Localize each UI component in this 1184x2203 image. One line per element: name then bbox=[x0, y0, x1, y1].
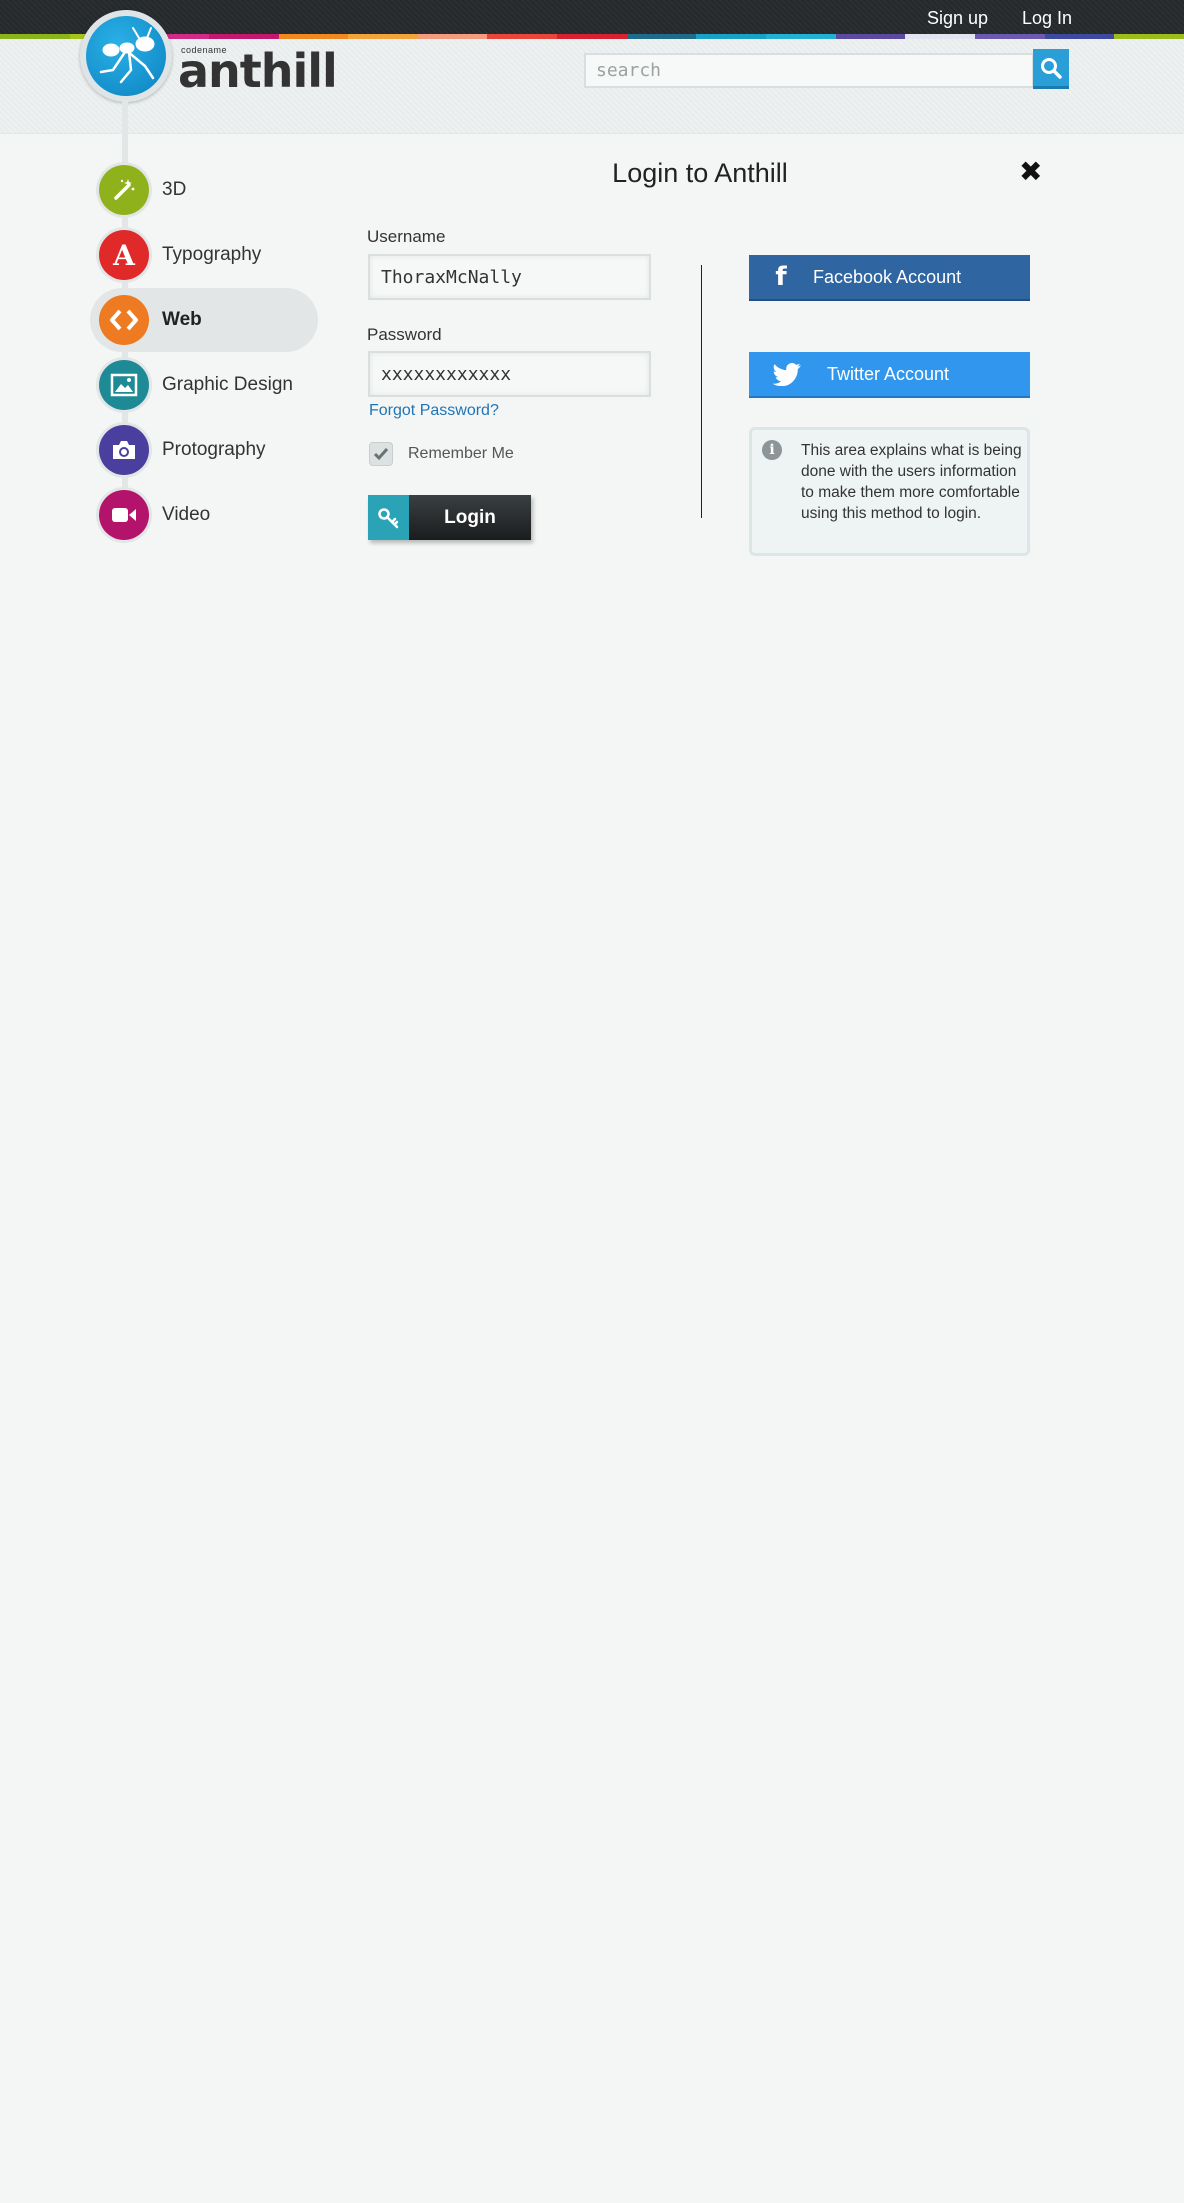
sidebar-item-label: 3D bbox=[162, 179, 187, 200]
username-label: Username bbox=[367, 227, 446, 246]
page-title: Login to Anthill bbox=[612, 158, 788, 188]
search-icon bbox=[1041, 57, 1062, 79]
signup-link[interactable]: Sign up bbox=[927, 8, 988, 29]
image-icon bbox=[99, 360, 149, 410]
top-bar bbox=[0, 0, 1184, 34]
sidebar-item-video[interactable]: Video bbox=[90, 483, 318, 547]
twitter-login-button[interactable]: Twitter Account bbox=[749, 352, 1030, 398]
video-camera-icon bbox=[99, 490, 149, 540]
remember-me-checkbox[interactable] bbox=[369, 442, 393, 466]
username-field[interactable] bbox=[368, 254, 651, 300]
info-text: This area explains what is being done wi… bbox=[801, 442, 1022, 522]
facebook-icon: f bbox=[775, 262, 787, 292]
sidebar-item-label: Graphic Design bbox=[162, 374, 293, 395]
logo-wordmark: anthill bbox=[178, 44, 338, 98]
info-icon: i bbox=[762, 440, 782, 460]
sidebar-item-3d[interactable]: 3D bbox=[90, 158, 318, 222]
magic-wand-icon bbox=[99, 165, 149, 215]
login-button-label: Login bbox=[409, 495, 531, 540]
forgot-password-link[interactable]: Forgot Password? bbox=[369, 402, 499, 420]
sidebar-item-web[interactable]: Web bbox=[90, 288, 318, 352]
search-button[interactable] bbox=[1033, 49, 1069, 89]
remember-me-label: Remember Me bbox=[408, 445, 514, 462]
twitter-label: Twitter Account bbox=[827, 363, 950, 384]
info-box: i This area explains what is being done … bbox=[749, 427, 1030, 556]
login-link[interactable]: Log In bbox=[1022, 8, 1072, 29]
sidebar-item-protography[interactable]: Protography bbox=[90, 418, 318, 482]
sidebar-item-graphic-design[interactable]: Graphic Design bbox=[90, 353, 318, 417]
sidebar-item-label: Web bbox=[162, 309, 202, 330]
camera-icon bbox=[99, 425, 149, 475]
letter-a-icon: A bbox=[99, 230, 149, 280]
sidebar-item-typography[interactable]: A Typography bbox=[90, 223, 318, 287]
divider bbox=[701, 265, 702, 518]
facebook-login-button[interactable]: f Facebook Account bbox=[749, 255, 1030, 301]
sidebar-item-label: Typography bbox=[162, 244, 262, 265]
ant-logo-icon[interactable] bbox=[86, 16, 166, 96]
search-input[interactable] bbox=[584, 53, 1034, 88]
sidebar-item-label: Video bbox=[162, 504, 211, 525]
password-field[interactable] bbox=[368, 351, 651, 397]
checkmark-icon bbox=[373, 448, 389, 461]
close-icon[interactable]: ✖ bbox=[1019, 157, 1042, 187]
login-button[interactable]: Login bbox=[368, 495, 531, 540]
sidebar-item-label: Protography bbox=[162, 439, 266, 460]
twitter-bird-icon bbox=[749, 362, 827, 386]
key-icon bbox=[368, 495, 409, 540]
password-label: Password bbox=[367, 325, 442, 344]
code-brackets-icon bbox=[99, 295, 149, 345]
facebook-label: Facebook Account bbox=[813, 266, 962, 287]
